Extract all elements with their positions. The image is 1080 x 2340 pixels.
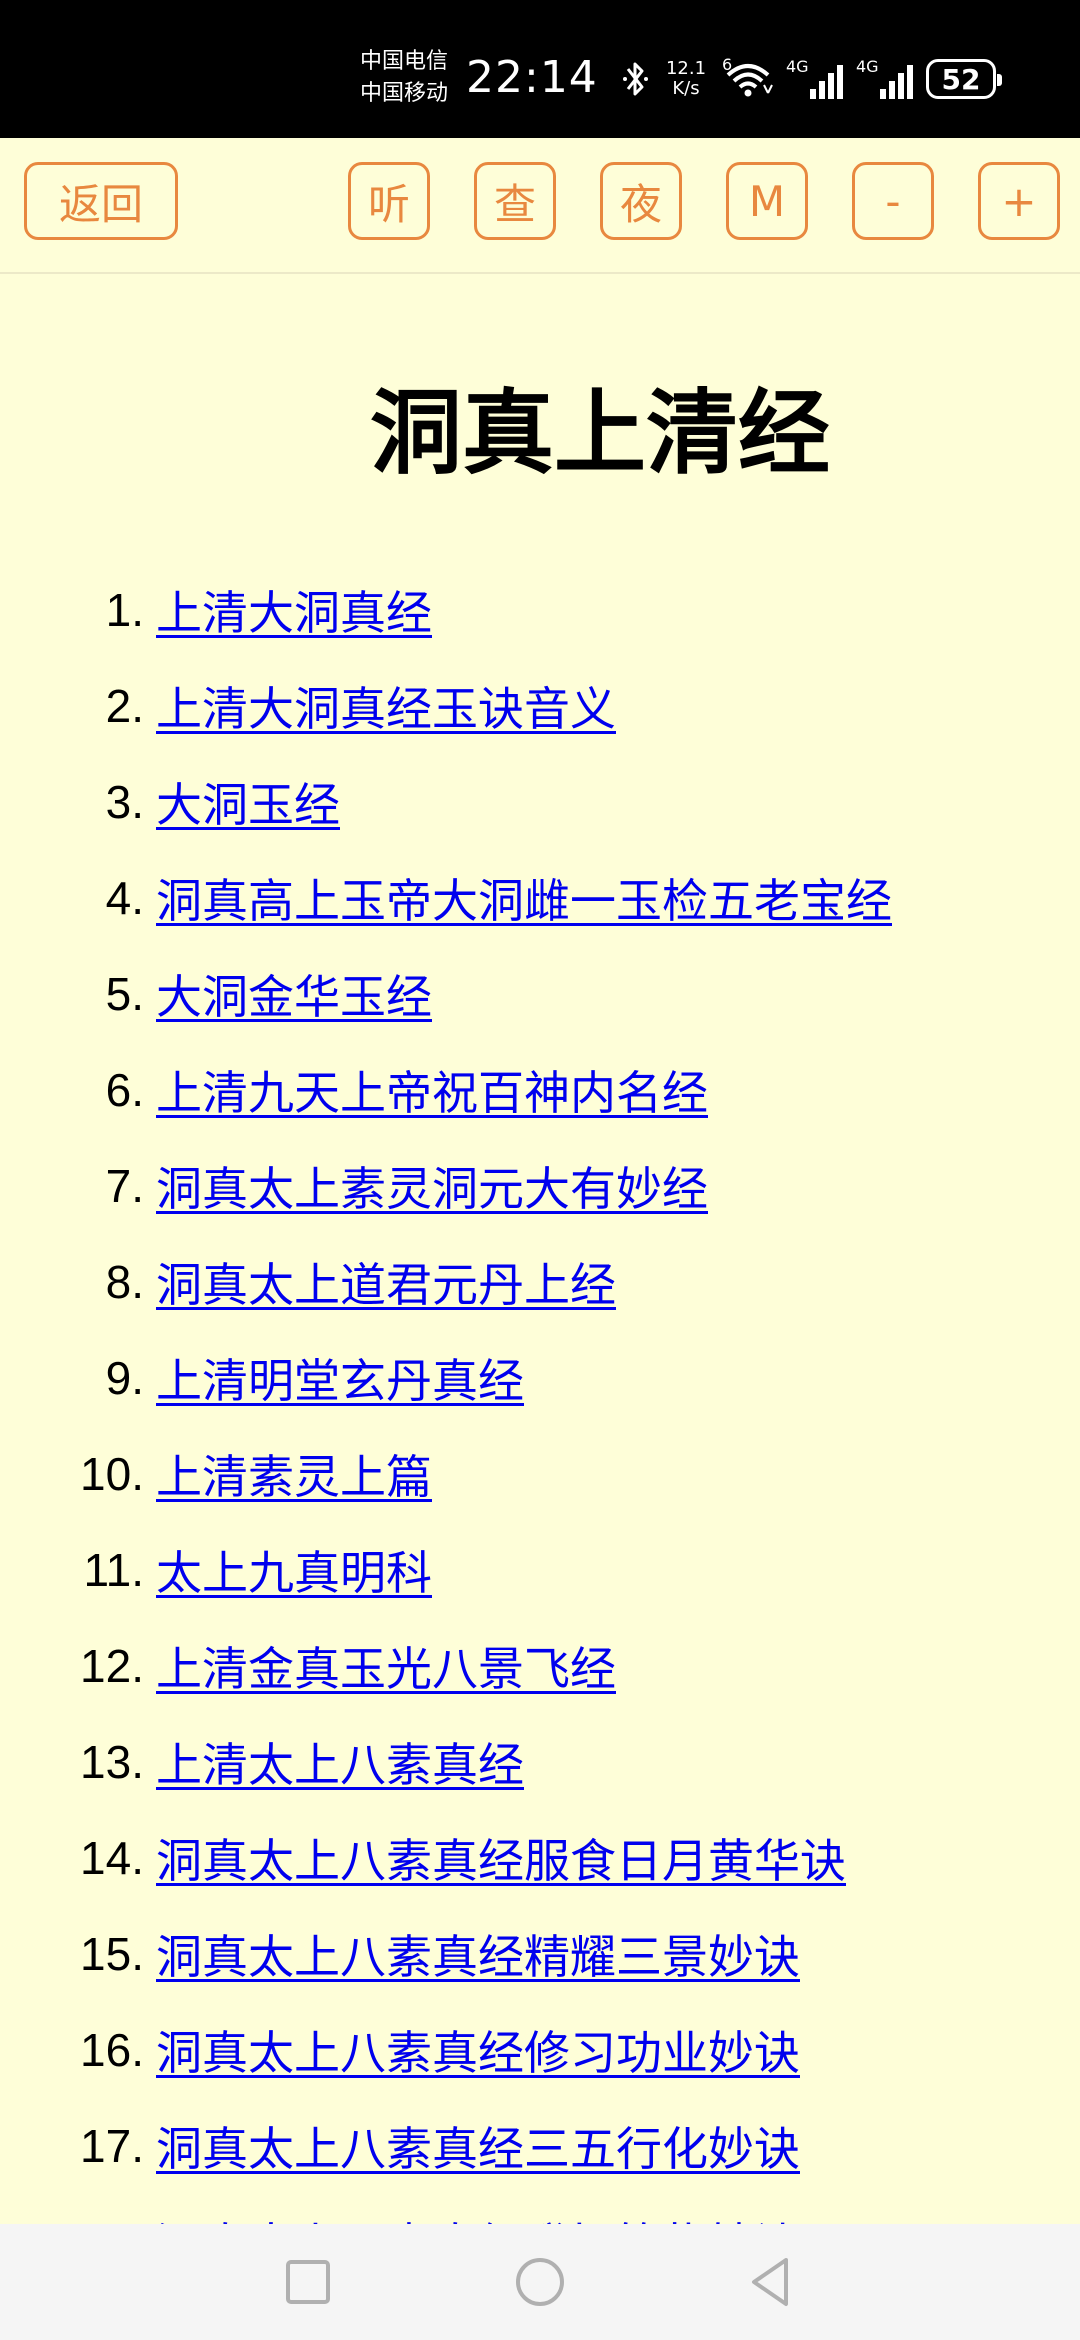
m-button[interactable]: M	[726, 162, 808, 240]
font-increase-button[interactable]: +	[978, 162, 1060, 240]
toc-item: 2. 上清大洞真经玉诀音义	[0, 658, 1080, 754]
carrier-2: 中国移动	[360, 81, 449, 106]
wifi-indicator: 6	[722, 55, 774, 99]
carrier-1: 中国电信	[360, 49, 449, 74]
toc-item-number: 7.	[105, 1160, 144, 1212]
toc-item: 3. 大洞玉经	[0, 754, 1080, 850]
toc-item-link[interactable]: 洞真太上八素真经三五行化妙诀	[156, 2113, 800, 2179]
toc-item-link[interactable]: 太上九真明科	[156, 1537, 432, 1603]
toc-item-link[interactable]: 洞真太上素灵洞元大有妙经	[156, 1153, 708, 1219]
toc-item-number: 4.	[105, 872, 144, 924]
toc-item-link[interactable]: 上清素灵上篇	[156, 1441, 432, 1507]
carrier-labels: 中国电信 中国移动	[360, 46, 466, 110]
toc-item: 4. 洞真高上玉帝大洞雌一玉检五老宝经	[0, 850, 1080, 946]
toc-item-number: 17.	[80, 2120, 144, 2172]
bluetooth-icon	[623, 62, 648, 96]
toc-item-link[interactable]: 上清大洞真经	[156, 577, 432, 643]
toc-item-number: 1.	[105, 584, 144, 636]
toc-item: 16. 洞真太上八素真经修习功业妙诀	[0, 2002, 1080, 2098]
toc-item-link[interactable]: 洞真太上八素真经修习功业妙诀	[156, 2017, 800, 2083]
signal-2-label: 4G	[856, 57, 879, 76]
toc-item: 5. 大洞金华玉经	[0, 946, 1080, 1042]
toc-item: 11. 太上九真明科	[0, 1522, 1080, 1618]
toc-item-link[interactable]: 上清大洞真经玉诀音义	[156, 673, 616, 739]
toc-item-number: 5.	[105, 968, 144, 1020]
toc-item-link[interactable]: 上清明堂玄丹真经	[156, 1345, 524, 1411]
toc-item: 8. 洞真太上道君元丹上经	[0, 1234, 1080, 1330]
toc-item-number: 13.	[80, 1736, 144, 1788]
signal-icon-2: 4G	[856, 59, 914, 99]
toc-item: 18.洞真太上八素真经登坛符札妙诀	[0, 2194, 1080, 2224]
toc-item-number: 10.	[80, 1448, 144, 1500]
toc-item: 15. 洞真太上八素真经精耀三景妙诀	[0, 1906, 1080, 2002]
reader-toolbar: 返回 听 查 夜 M - +	[0, 138, 1080, 274]
toc-item-link[interactable]: 洞真太上八素真经精耀三景妙诀	[156, 1921, 800, 1987]
network-speed: 12.1 K/s	[662, 59, 710, 99]
signal-icon: 4G	[786, 59, 844, 99]
battery-icon: 52	[926, 59, 1002, 99]
toc-item-number: 11.	[83, 1544, 144, 1596]
lookup-button[interactable]: 查	[474, 162, 556, 240]
listen-button[interactable]: 听	[348, 162, 430, 240]
toc-item: 7. 洞真太上素灵洞元大有妙经	[0, 1138, 1080, 1234]
toc-item-number: 12.	[80, 1640, 144, 1692]
table-of-contents: 1. 上清大洞真经 2. 上清大洞真经玉诀音义 3. 大洞玉经 4. 洞真高上玉帝大洞雌一玉检…	[0, 562, 1080, 2224]
toc-item-link[interactable]: 上清九天上帝祝百神内名经	[156, 1057, 708, 1123]
toc-item-link[interactable]: 洞真高上玉帝大洞雌一玉检五老宝经	[156, 865, 892, 931]
toc-item-number: 18.	[0, 2215, 156, 2224]
toc-item-link[interactable]: 上清太上八素真经	[156, 1729, 524, 1795]
toc-item-link[interactable]: 洞真太上八素真经服食日月黄华诀	[156, 1825, 846, 1891]
toc-item-number: 3.	[105, 776, 144, 828]
toc-item-number: 9.	[105, 1352, 144, 1404]
toc-item-number: 16.	[80, 2024, 144, 2076]
battery-level: 52	[941, 62, 981, 96]
toc-item: 1. 上清大洞真经	[0, 562, 1080, 658]
speed-unit: K/s	[672, 78, 700, 99]
font-decrease-button[interactable]: -	[852, 162, 934, 240]
status-bar: 中国电信 中国移动 22:14 12.1 K/s 6 4G 4G 52	[0, 0, 1080, 138]
toc-item-number: 6.	[105, 1064, 144, 1116]
system-nav-bar	[0, 2224, 1080, 2340]
toc-item: 13. 上清太上八素真经	[0, 1714, 1080, 1810]
toc-item: 17. 洞真太上八素真经三五行化妙诀	[0, 2098, 1080, 2194]
book-content[interactable]: 洞真上清经 1. 上清大洞真经 2. 上清大洞真经玉诀音义 3. 大洞玉经 4. 洞真高上玉帝…	[0, 274, 1080, 2224]
toc-item: 14. 洞真太上八素真经服食日月黄华诀	[0, 1810, 1080, 1906]
clock: 22:14	[466, 52, 598, 103]
toc-item-number: 15.	[80, 1928, 144, 1980]
wifi-label: 6	[722, 55, 733, 74]
toc-item-link[interactable]: 洞真太上道君元丹上经	[156, 1249, 616, 1315]
speed-value: 12.1	[665, 58, 707, 79]
toc-item-number: 14.	[80, 1832, 144, 1884]
toc-item: 10. 上清素灵上篇	[0, 1426, 1080, 1522]
toc-item: 12. 上清金真玉光八景飞经	[0, 1618, 1080, 1714]
toc-item: 6. 上清九天上帝祝百神内名经	[0, 1042, 1080, 1138]
recents-square-icon[interactable]	[276, 2250, 340, 2314]
toc-item-link[interactable]: 洞真太上八素真经登坛符札妙诀	[156, 2209, 800, 2224]
toc-item: 9. 上清明堂玄丹真经	[0, 1330, 1080, 1426]
toc-item-link[interactable]: 大洞玉经	[156, 769, 340, 835]
signal-1-label: 4G	[786, 57, 809, 76]
back-button[interactable]: 返回	[24, 162, 178, 240]
toc-item-link[interactable]: 大洞金华玉经	[156, 961, 432, 1027]
home-circle-icon[interactable]	[508, 2250, 572, 2314]
toc-item-number: 8.	[105, 1256, 144, 1308]
toc-item-number: 2.	[105, 680, 144, 732]
page-title: 洞真上清经	[369, 380, 830, 487]
status-icons: 12.1 K/s 6 4G 4G 52	[620, 54, 1002, 104]
toc-item-link[interactable]: 上清金真玉光八景飞经	[156, 1633, 616, 1699]
night-mode-button[interactable]: 夜	[600, 162, 682, 240]
back-triangle-icon[interactable]	[740, 2250, 804, 2314]
